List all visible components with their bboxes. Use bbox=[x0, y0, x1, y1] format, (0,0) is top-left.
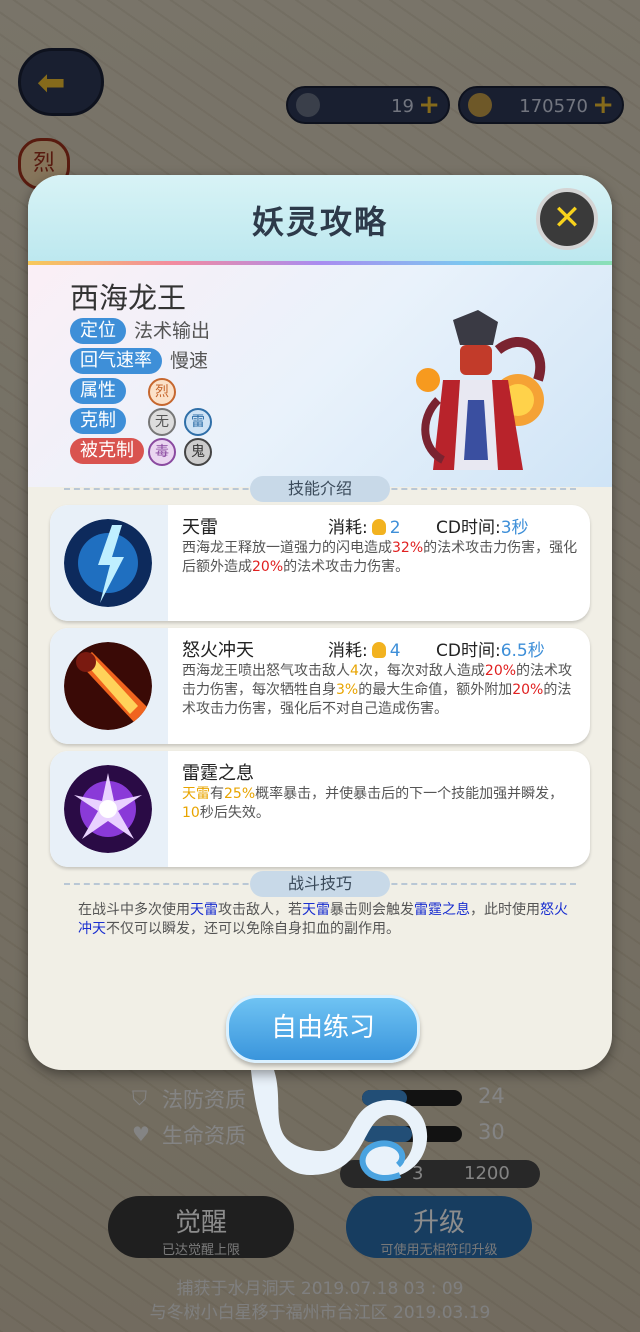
prop-label: 回气速率 bbox=[70, 348, 162, 374]
prop-countered: 被克制毒鬼 bbox=[70, 438, 212, 466]
skill-cost: 消耗: 2 bbox=[328, 518, 401, 538]
skills-section-label: 技能介绍 bbox=[250, 476, 390, 502]
skill-description: 西海龙王释放一道强力的闪电造成32%的法术攻击力伤害，强化后额外造成20%的法术… bbox=[182, 540, 578, 575]
prop-position: 定位 法术输出 bbox=[70, 318, 210, 344]
prop-value: 慢速 bbox=[170, 350, 209, 372]
fire-breath-skill-icon bbox=[64, 642, 152, 730]
lightning-skill-icon bbox=[64, 519, 152, 607]
skill-name: 天雷 bbox=[182, 517, 218, 538]
free-practice-button[interactable]: 自由练习 bbox=[226, 995, 420, 1063]
skill-cd: CD时间:6.5秒 bbox=[436, 641, 545, 661]
tips-section-label: 战斗技巧 bbox=[250, 871, 390, 897]
dialog-tail bbox=[250, 1060, 428, 1181]
hero-name: 西海龙王 bbox=[70, 281, 187, 315]
poison-element-icon: 毒 bbox=[148, 438, 176, 466]
skill-description: 天雷有25%概率暴击，并使暴击后的下一个技能加强并瞬发，10秒后失效。 bbox=[182, 786, 564, 821]
thunder-element-icon: 雷 bbox=[184, 408, 212, 436]
skill-name: 怒火冲天 bbox=[182, 640, 254, 661]
fire-element-icon: 烈 bbox=[148, 378, 176, 406]
close-icon: ✕ bbox=[552, 198, 582, 238]
prop-label: 被克制 bbox=[70, 438, 144, 464]
skill-card[interactable]: 天雷 消耗: 2 CD时间:3秒 西海龙王释放一道强力的闪电造成32%的法术攻击力… bbox=[50, 505, 590, 621]
prop-value: 法术输出 bbox=[134, 320, 211, 342]
dragon-king-portrait bbox=[416, 310, 546, 470]
skill-description: 西海龙王喷出怒气攻击敌人4次，每次对敌人造成20%的法术攻击力伤害，每次牺牲自身… bbox=[182, 663, 573, 717]
prop-counter: 克制无雷 bbox=[70, 408, 212, 436]
energy-bulb-icon bbox=[371, 642, 386, 658]
energy-bulb-icon bbox=[371, 519, 386, 535]
prop-label: 定位 bbox=[70, 318, 126, 344]
thunder-breath-skill-icon bbox=[64, 765, 152, 853]
skill-card[interactable]: 怒火冲天 消耗: 4 CD时间:6.5秒 西海龙王喷出怒气攻击敌人4次，每次对敌人… bbox=[50, 628, 590, 744]
skill-card[interactable]: 雷霆之息 天雷有25%概率暴击，并使暴击后的下一个技能加强并瞬发，10秒后失效。 bbox=[50, 751, 590, 867]
skill-cost: 消耗: 4 bbox=[328, 641, 401, 661]
skill-cd: CD时间:3秒 bbox=[436, 518, 529, 538]
dialog-title: 妖灵攻略 bbox=[251, 203, 388, 241]
prop-label: 克制 bbox=[70, 408, 126, 434]
prop-label: 属性 bbox=[70, 378, 126, 404]
strategy-dialog: 妖灵攻略 西海龙王 定位 法术输出 回气速率 慢速 属性烈 克制无雷 被克制毒鬼 技… bbox=[28, 175, 612, 1070]
close-button[interactable]: ✕ bbox=[536, 188, 598, 250]
skill-name: 雷霆之息 bbox=[182, 763, 254, 784]
ghost-element-icon: 鬼 bbox=[184, 438, 212, 466]
prop-attribute: 属性烈 bbox=[70, 378, 176, 406]
prop-regen: 回气速率 慢速 bbox=[70, 348, 208, 374]
battle-tips: 在战斗中多次使用天雷攻击敌人，若天雷暴击则会触发雷霆之息，此时使用怒火冲天不仅可… bbox=[78, 902, 568, 937]
none-element-icon: 无 bbox=[148, 408, 176, 436]
